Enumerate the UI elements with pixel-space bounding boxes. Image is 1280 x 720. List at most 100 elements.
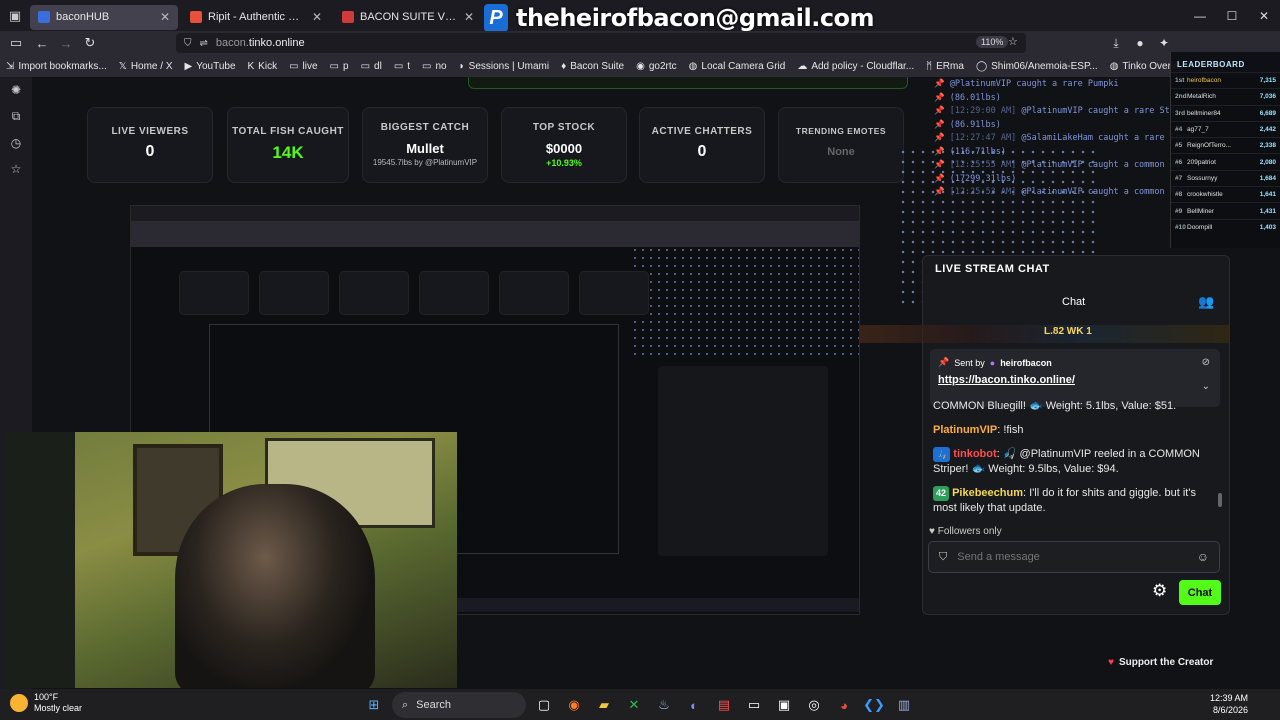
vscode-icon[interactable]: ❮❯ bbox=[862, 693, 886, 717]
bookmark-item[interactable]: ▭ p bbox=[330, 61, 349, 72]
chat-username[interactable]: Pikebeechum bbox=[952, 487, 1023, 499]
bookmark-item[interactable]: ◉ go2rtc bbox=[636, 61, 677, 72]
steam-icon[interactable]: ♨ bbox=[652, 693, 676, 717]
close-tab-icon[interactable]: ✕ bbox=[464, 10, 474, 24]
close-tab-icon[interactable]: ✕ bbox=[160, 10, 170, 24]
gear-icon[interactable]: ⚙ bbox=[1152, 581, 1167, 601]
webcam-feed bbox=[5, 432, 457, 688]
support-creator-link[interactable]: ♥ Support the Creator bbox=[1108, 657, 1213, 668]
bookmark-star-icon[interactable]: ☆ bbox=[1008, 35, 1018, 48]
log-timestamp: [12:25:55 AM] bbox=[949, 160, 1017, 170]
leaderboard-row: #7 Sossurnyy 1,684 bbox=[1171, 169, 1280, 186]
remote-desktop-icon[interactable]: ▥ bbox=[892, 693, 916, 717]
history-icon[interactable]: ◷ bbox=[11, 136, 21, 150]
chrome-icon[interactable]: ◕ bbox=[832, 693, 856, 717]
pinned-link[interactable]: https://bacon.tinko.online/ bbox=[938, 374, 1212, 386]
paypal-icon: P bbox=[484, 4, 508, 32]
window-icon[interactable]: ▣ bbox=[772, 693, 796, 717]
obs-icon[interactable]: ◎ bbox=[802, 693, 826, 717]
log-text: @PlatinumVIP caught a common Cat bbox=[1021, 160, 1186, 170]
log-line: 📌 (116.71lbs) bbox=[934, 147, 1006, 157]
bookmark-item[interactable]: ▭ live bbox=[289, 61, 317, 72]
leaderboard-rank: #10 bbox=[1175, 223, 1186, 231]
tab-0[interactable]: baconHUB ✕ bbox=[30, 4, 178, 30]
pinned-sent-by-label: Sent by bbox=[954, 357, 985, 368]
bookmark-item[interactable]: ▭ dl bbox=[361, 61, 382, 72]
bookmark-item[interactable]: ᛗ ERma bbox=[926, 61, 964, 72]
bookmark-label: t bbox=[407, 60, 411, 72]
maximize-icon[interactable]: ☐ bbox=[1216, 0, 1248, 31]
downloads-icon[interactable]: ⤓ bbox=[1104, 31, 1128, 55]
chat-message: COMMON Bluegill! 🐟 Weight: 5.1lbs, Value… bbox=[933, 399, 1221, 414]
taskbar-clock[interactable]: 12:39 AM 8/6/2026 bbox=[1210, 692, 1248, 716]
leaderboard-score: 1,431 bbox=[1259, 207, 1276, 215]
chat-send-button[interactable]: Chat bbox=[1179, 580, 1221, 605]
clock-time: 12:39 AM bbox=[1210, 693, 1249, 703]
ai-chat-icon[interactable]: ✺ bbox=[11, 83, 21, 97]
forward-button[interactable]: → bbox=[54, 31, 78, 55]
chat-username[interactable]: PlatinumVIP bbox=[933, 424, 997, 436]
tab-1[interactable]: Ripit - Authentic Pokémon Pack Op ✕ bbox=[182, 5, 330, 30]
bookmark-item[interactable]: ◗ Sessions | Umami bbox=[459, 61, 549, 72]
sidebar-toggle-icon[interactable]: ▭ bbox=[4, 31, 28, 55]
user-badge: 42 bbox=[933, 486, 950, 501]
bookmark-label: Add policy - Cloudflar... bbox=[811, 60, 915, 72]
start-icon[interactable]: ⊞ bbox=[362, 693, 386, 717]
bookmark-item[interactable]: ▭ no bbox=[422, 61, 447, 72]
bookmark-label: Home / X bbox=[130, 60, 173, 72]
bookmark-item[interactable]: ▭ t bbox=[394, 61, 410, 72]
log-pin-icon: 📌 bbox=[934, 106, 950, 116]
back-button[interactable]: ← bbox=[30, 31, 54, 55]
firefox-icon[interactable]: ◉ bbox=[562, 693, 586, 717]
log-text: @PlatinumVIP caught a rare Pumpki bbox=[949, 79, 1119, 89]
webcam-person bbox=[175, 484, 375, 688]
chevron-down-icon[interactable]: ⌄ bbox=[1202, 381, 1210, 392]
leaderboard-score: 2,338 bbox=[1259, 142, 1276, 150]
emoji-icon[interactable]: ☺ bbox=[1197, 550, 1209, 564]
shield-icon[interactable]: ⛉ bbox=[184, 38, 192, 49]
nested-stat bbox=[339, 271, 409, 315]
account-icon[interactable]: ● bbox=[1128, 31, 1152, 55]
bookmark-item[interactable]: ◍ Local Camera Grid bbox=[689, 61, 786, 72]
app-icon[interactable]: ▤ bbox=[712, 693, 736, 717]
chat-input-box[interactable]: ⛉ ☺ bbox=[928, 541, 1220, 573]
task-view-icon[interactable]: ▢ bbox=[532, 693, 556, 717]
site-info-icon[interactable]: ⇌ bbox=[200, 38, 208, 49]
bookmark-item[interactable]: ◯ Shim06/Anemoia-ESP... bbox=[976, 61, 1098, 72]
xbox-icon[interactable]: ✕ bbox=[622, 693, 646, 717]
zoom-level[interactable]: 110% bbox=[976, 36, 1009, 48]
chat-username[interactable]: tinkobot bbox=[953, 448, 996, 460]
file-explorer-icon[interactable]: ▰ bbox=[592, 693, 616, 717]
discord-icon[interactable]: ◐ bbox=[682, 693, 706, 717]
tab-2[interactable]: BACON SUITE V4 // COMMAND ✕ bbox=[334, 5, 482, 30]
url-text[interactable]: bacon.tinko.online bbox=[216, 37, 305, 49]
unpin-icon[interactable]: ⊘ bbox=[1202, 357, 1210, 368]
bookmark-item[interactable]: ☁ Add policy - Cloudflar... bbox=[797, 61, 914, 72]
synced-tabs-icon[interactable]: ⧉ bbox=[12, 109, 21, 124]
nested-taskbar bbox=[451, 598, 859, 612]
pinned-username[interactable]: heirofbacon bbox=[1000, 358, 1052, 368]
bookmark-item[interactable]: ▶ YouTube bbox=[185, 61, 236, 72]
chat-scrollbar[interactable] bbox=[1218, 493, 1222, 507]
reload-button[interactable]: ↻ bbox=[78, 31, 102, 55]
leaderboard-row: #5 ReignOfTerro... 2,338 bbox=[1171, 137, 1280, 153]
bookmarks-icon[interactable]: ☆ bbox=[11, 162, 22, 176]
chat-input[interactable] bbox=[957, 551, 1187, 563]
weather-widget[interactable]: 100°F Mostly clear bbox=[10, 692, 82, 714]
bookmark-label: Shim06/Anemoia-ESP... bbox=[991, 60, 1098, 72]
tab-list-icon[interactable]: ▣ bbox=[0, 0, 30, 31]
stat-label: ACTIVE CHATTERS bbox=[651, 126, 753, 137]
bookmark-item[interactable]: 𝕏 Home / X bbox=[119, 61, 173, 72]
terminal-icon[interactable]: ▭ bbox=[742, 693, 766, 717]
url-bar[interactable]: ⛉ ⇌ bacon.tinko.online bbox=[176, 33, 1026, 53]
taskbar-search[interactable]: ⌕ Search bbox=[392, 692, 526, 718]
users-icon[interactable]: 👥 bbox=[1198, 294, 1214, 310]
bookmark-item[interactable]: ⇲ Import bookmarks... bbox=[6, 61, 107, 72]
bookmark-label: Bacon Suite bbox=[570, 60, 625, 72]
overlay-email: theheirofbacon@gmail.com bbox=[516, 4, 875, 32]
close-tab-icon[interactable]: ✕ bbox=[312, 10, 322, 24]
bookmark-item[interactable]: K Kick bbox=[248, 61, 278, 72]
bookmark-item[interactable]: ♦ Bacon Suite bbox=[561, 61, 624, 72]
close-window-icon[interactable]: ✕ bbox=[1248, 0, 1280, 31]
minimize-icon[interactable]: — bbox=[1184, 0, 1216, 31]
